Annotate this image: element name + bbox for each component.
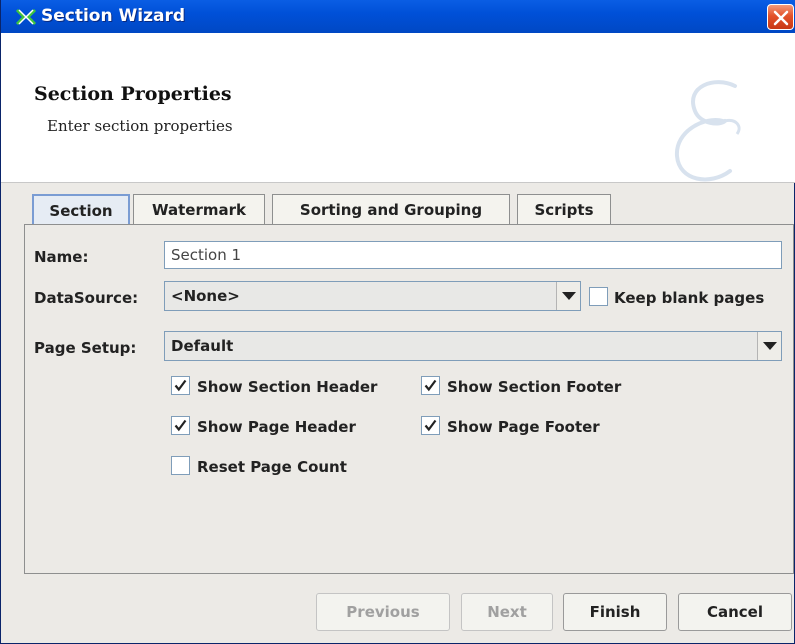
show-section-header-checkbox[interactable] — [171, 376, 190, 395]
show-section-footer-checkbox[interactable] — [421, 376, 440, 395]
name-label: Name: — [34, 248, 89, 266]
page-subtitle: Enter section properties — [47, 117, 233, 135]
section-tab-panel: Name: Section 1 DataSource: <None> Keep … — [24, 224, 794, 574]
page-setup-label: Page Setup: — [34, 339, 137, 357]
keep-blank-pages-label[interactable]: Keep blank pages — [614, 289, 764, 307]
previous-button[interactable]: Previous — [316, 593, 450, 631]
page-setup-value: Default — [171, 337, 234, 355]
datasource-dropdown-button[interactable] — [556, 282, 580, 310]
page-setup-dropdown-button[interactable] — [757, 332, 781, 360]
tab-sorting-and-grouping[interactable]: Sorting and Grouping — [272, 194, 510, 224]
checkmark-icon — [424, 419, 437, 432]
page-title: Section Properties — [34, 83, 232, 105]
show-section-footer-label[interactable]: Show Section Footer — [447, 378, 621, 396]
reset-page-count-checkbox[interactable] — [171, 456, 190, 475]
keep-blank-pages-checkbox[interactable] — [589, 287, 608, 306]
finish-button[interactable]: Finish — [563, 593, 667, 631]
chevron-down-icon — [763, 342, 777, 350]
reset-page-count-label[interactable]: Reset Page Count — [197, 458, 347, 476]
script-e-logo — [674, 80, 741, 182]
wizard-app-icon — [15, 8, 37, 26]
tab-section[interactable]: Section — [32, 194, 130, 226]
close-icon — [773, 10, 789, 26]
checkmark-icon — [174, 419, 187, 432]
chevron-down-icon — [562, 292, 576, 300]
title-bar[interactable]: Section Wizard — [1, 0, 795, 33]
tab-scripts[interactable]: Scripts — [517, 194, 611, 224]
datasource-combo[interactable]: <None> — [164, 281, 581, 311]
next-button[interactable]: Next — [461, 593, 553, 631]
show-page-header-label[interactable]: Show Page Header — [197, 418, 356, 436]
datasource-value: <None> — [171, 287, 240, 305]
checkmark-icon — [424, 379, 437, 392]
show-page-footer-label[interactable]: Show Page Footer — [447, 418, 600, 436]
show-section-header-label[interactable]: Show Section Header — [197, 378, 377, 396]
show-page-footer-checkbox[interactable] — [421, 416, 440, 435]
wizard-header-banner: Section Properties Enter section propert… — [1, 33, 795, 183]
close-button[interactable] — [767, 4, 794, 30]
window-title: Section Wizard — [41, 6, 186, 26]
name-field[interactable]: Section 1 — [164, 241, 782, 269]
datasource-label: DataSource: — [34, 289, 139, 307]
show-page-header-checkbox[interactable] — [171, 416, 190, 435]
cancel-button[interactable]: Cancel — [678, 593, 792, 631]
checkmark-icon — [174, 379, 187, 392]
page-setup-combo[interactable]: Default — [164, 331, 782, 361]
section-wizard-window: Section Wizard Section Properties Enter … — [0, 0, 795, 644]
tab-watermark[interactable]: Watermark — [133, 194, 265, 224]
